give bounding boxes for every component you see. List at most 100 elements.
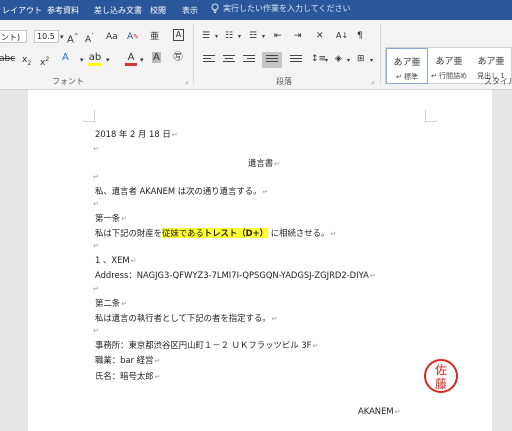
font-name-box[interactable]: ント) xyxy=(0,30,27,43)
paragraph-dialog-launcher-icon[interactable]: ⌟ xyxy=(371,77,374,85)
article2-text: 第二条 xyxy=(95,298,121,308)
doc-line-article2-body: 私は遺言の執行者として下記の者を指定する。↵ xyxy=(95,312,278,324)
lightbulb-icon xyxy=(211,3,219,13)
bullets-icon[interactable]: ☰ xyxy=(202,30,210,42)
text-effects-dropdown-icon[interactable]: ▾ xyxy=(80,54,84,66)
align-center-icon[interactable] xyxy=(223,55,235,65)
tab-layout[interactable]: レイアウト xyxy=(2,5,42,16)
superscript-icon[interactable]: x2 xyxy=(40,54,49,69)
doc-line-name: 氏名：暗号太郎↵ xyxy=(95,370,161,382)
clear-format-icon[interactable]: A✎ xyxy=(127,31,139,43)
decrease-indent-icon[interactable]: ⇤ xyxy=(274,30,282,42)
style-normal[interactable]: あア亜 ↵ 標準 xyxy=(386,48,428,84)
paragraph-mark-icon: ↵ xyxy=(312,342,319,350)
grow-font-icon[interactable]: A^ xyxy=(67,31,79,46)
paragraph-mark-icon: ↵ xyxy=(274,160,280,168)
doc-line-article2: 第二条↵ xyxy=(95,297,127,309)
paragraph-mark-icon: ↵ xyxy=(271,315,278,323)
paragraph-mark-icon: ↵ xyxy=(93,285,99,293)
paragraph-mark-icon: ↵ xyxy=(154,373,161,381)
multilevel-list-icon[interactable]: ☲ xyxy=(249,30,257,42)
tab-view[interactable]: 表示 xyxy=(182,5,198,16)
char-shading-icon[interactable]: A xyxy=(152,52,161,64)
xem-text: 1 、XEM xyxy=(95,255,130,265)
doc-line-date: 2018 年 2 月 18 日↵ xyxy=(95,128,178,140)
paragraph-mark-icon: ↵ xyxy=(171,131,178,139)
align-right-icon[interactable] xyxy=(243,55,255,65)
enclosed-char-icon[interactable]: ㊢ xyxy=(173,52,183,64)
art1-text-b: に相続させる。 xyxy=(270,228,330,238)
borders-dropdown-icon[interactable]: ▾ xyxy=(370,55,373,67)
enclose-chars-icon[interactable]: A xyxy=(173,29,184,41)
document-page[interactable]: 2018 年 2 月 18 日↵ ↵ 遺言書↵ ↵ 私、遺言者 AKANEM は… xyxy=(28,90,492,431)
text-effects-icon[interactable]: A xyxy=(62,52,69,64)
style-preview: あア亜 xyxy=(393,58,421,68)
paragraph-mark-icon: ↵ xyxy=(93,145,99,153)
doc-line-title: 遺言書↵ xyxy=(248,157,280,169)
job-text: 職業：bar 経営 xyxy=(95,355,154,365)
numbering-icon[interactable]: ☷ xyxy=(225,30,233,42)
tab-references[interactable]: 参考資料 xyxy=(47,5,79,16)
change-case-icon[interactable]: Aa xyxy=(106,31,118,43)
font-color-dropdown-icon[interactable]: ▾ xyxy=(140,54,144,66)
multilevel-dropdown-icon[interactable]: ▾ xyxy=(262,31,265,43)
increase-indent-icon[interactable]: ⇥ xyxy=(294,30,302,42)
show-marks-icon[interactable]: ¶ xyxy=(357,30,363,42)
art1-text-a: 私は下記の財産を xyxy=(95,228,162,238)
style-preview: あア亜 xyxy=(435,57,463,67)
group-divider xyxy=(193,24,194,84)
paragraph-mark-icon: ↵ xyxy=(93,173,99,181)
shading-dropdown-icon[interactable]: ▾ xyxy=(347,55,350,67)
intro-text: 私、遺言者 AKANEM は次の通り遺言する。 xyxy=(95,186,262,196)
ribbon: ント) 10.5 ▾ A^ Aˇ Aa A✎ 亜 A abc x2 x2 A ▾… xyxy=(0,20,512,90)
bullets-dropdown-icon[interactable]: ▾ xyxy=(215,31,218,43)
signature-text: AKANEM xyxy=(358,406,394,416)
highlight-dropdown-icon[interactable]: ▾ xyxy=(106,54,110,66)
shrink-font-icon[interactable]: Aˇ xyxy=(85,31,94,46)
subscript-icon[interactable]: x2 xyxy=(22,54,31,70)
strikethrough-icon[interactable]: abc xyxy=(0,53,15,65)
font-dialog-launcher-icon[interactable]: ⌟ xyxy=(185,77,188,85)
styles-group-label: スタイル xyxy=(484,77,512,86)
tell-me-placeholder: 実行したい作業を入力してください xyxy=(223,4,351,13)
tell-me-box[interactable]: 実行したい作業を入力してください xyxy=(210,3,440,17)
numbering-dropdown-icon[interactable]: ▾ xyxy=(238,31,241,43)
tab-mailings[interactable]: 差し込み文書 xyxy=(94,5,142,16)
art1-text-bold: トレスト（D+） xyxy=(203,228,269,238)
paragraph-mark-icon: ↵ xyxy=(154,357,161,365)
line-spacing-icon[interactable]: ↕≡ xyxy=(311,53,326,65)
document-area: 2018 年 2 月 18 日↵ ↵ 遺言書↵ ↵ 私、遺言者 AKANEM は… xyxy=(0,90,512,431)
doc-line-article1: 第一条↵ xyxy=(95,212,127,224)
borders-icon[interactable]: ⊞ xyxy=(357,53,365,65)
sort-icon[interactable]: A↓ xyxy=(336,30,348,42)
doc-line-address: Address：NAGJG3-QFWYZ3-7LMI7I-QPSGQN-YADG… xyxy=(95,269,376,281)
doc-line-office: 事務所：東京都渋谷区円山町１－２ ＵＫフラッツビル 3F↵ xyxy=(95,339,318,351)
art2-text: 私は遺言の執行者として下記の者を指定する。 xyxy=(95,313,271,323)
shading-icon[interactable]: ◈ xyxy=(335,53,342,65)
seal-stamp-icon: 佐 藤 xyxy=(424,359,458,393)
seal-char-2: 藤 xyxy=(435,377,447,391)
office-text: 事務所：東京都渋谷区円山町１－２ ＵＫフラッツビル 3F xyxy=(95,340,312,350)
art1-text-highlight: 従妹である xyxy=(162,228,204,238)
paragraph-mark-icon: ↵ xyxy=(121,300,127,308)
line-spacing-dropdown-icon[interactable]: ▾ xyxy=(325,55,328,67)
font-color-icon[interactable]: A xyxy=(125,52,137,66)
seal-char-1: 佐 xyxy=(435,363,447,377)
paragraph-mark-icon: ↵ xyxy=(330,230,337,238)
font-size-dropdown-icon[interactable]: ▾ xyxy=(60,31,64,43)
style-no-spacing[interactable]: あア亜 ↵ 行間詰め xyxy=(428,48,470,84)
group-divider xyxy=(380,24,381,84)
justify-icon xyxy=(266,55,278,65)
doc-line-intro: 私、遺言者 AKANEM は次の通り遺言する。↵ xyxy=(95,185,268,197)
art1-highlight: 従妹であるトレスト（D+） xyxy=(162,228,269,238)
tab-review[interactable]: 校閲 xyxy=(150,5,166,16)
align-left-icon[interactable] xyxy=(203,55,215,65)
asian-layout-icon[interactable]: ✕ xyxy=(316,30,324,42)
font-size-box[interactable]: 10.5 xyxy=(34,30,59,43)
distributed-icon[interactable] xyxy=(290,55,302,65)
style-preview: あア亜 xyxy=(477,57,505,67)
highlight-color-icon[interactable]: ab xyxy=(88,52,102,66)
phonetic-guide-icon[interactable]: 亜 xyxy=(150,31,159,43)
font-group-label: フォント xyxy=(52,77,84,86)
paragraph-mark-icon: ↵ xyxy=(394,408,401,416)
